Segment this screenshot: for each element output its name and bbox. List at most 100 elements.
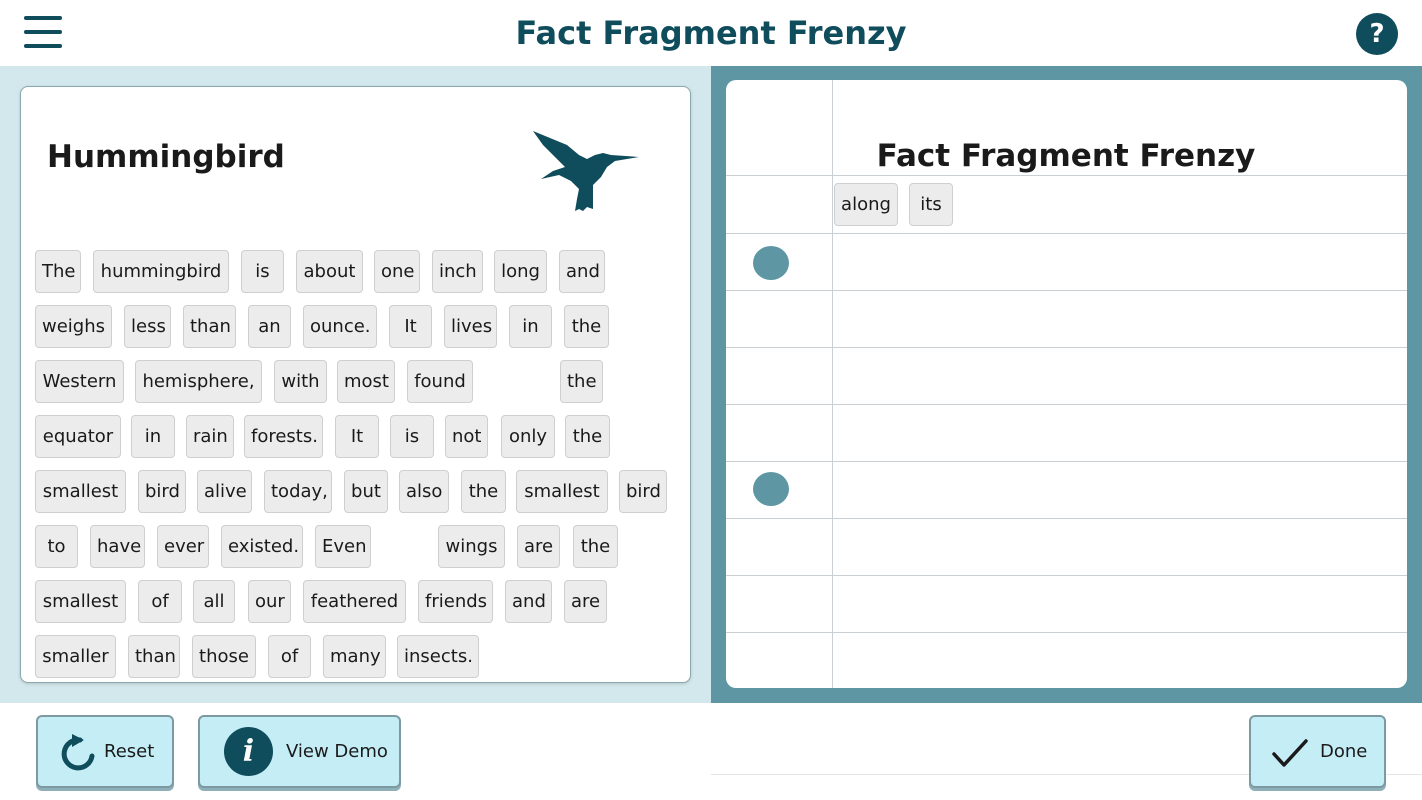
word-chip[interactable]: and (559, 250, 605, 293)
view-demo-button[interactable]: i View Demo (198, 715, 401, 788)
word-chip[interactable]: long (494, 250, 547, 293)
word-chip[interactable]: existed. (221, 525, 303, 568)
word-chip[interactable]: wings (438, 525, 505, 568)
bullet-point (753, 246, 789, 280)
word-chip[interactable]: the (573, 525, 618, 568)
word-chip[interactable]: It (389, 305, 432, 348)
bottom-toolbar: Reset i View Demo Done (0, 703, 1422, 800)
word-chip[interactable]: bird (619, 470, 667, 513)
word-chip[interactable]: alive (197, 470, 252, 513)
word-chip[interactable]: to (35, 525, 78, 568)
word-chip[interactable]: are (517, 525, 560, 568)
word-chip[interactable]: about (296, 250, 363, 293)
word-chip[interactable]: the (560, 360, 603, 403)
word-chip[interactable]: Western (35, 360, 124, 403)
word-chip[interactable]: smaller (35, 635, 116, 678)
word-bank: The hummingbird is about one inch long and weigh… (35, 250, 685, 690)
word-chip[interactable]: is (390, 415, 434, 458)
word-chip[interactable]: many (323, 635, 386, 678)
word-chip[interactable]: is (241, 250, 284, 293)
word-chip[interactable]: one (374, 250, 420, 293)
word-chip[interactable]: the (565, 415, 610, 458)
view-demo-label: View Demo (286, 741, 388, 762)
word-chip[interactable]: ounce. (303, 305, 377, 348)
word-chip[interactable]: today, (264, 470, 332, 513)
word-chip[interactable]: rain (186, 415, 234, 458)
ruled-line (726, 290, 1407, 291)
word-row: equator in rain forests. It is not only the (35, 415, 685, 470)
word-chip[interactable]: most (337, 360, 395, 403)
word-chip[interactable]: friends (418, 580, 493, 623)
word-chip[interactable]: have (90, 525, 145, 568)
word-chip[interactable]: the (461, 470, 506, 513)
word-chip[interactable]: with (274, 360, 327, 403)
word-chip[interactable]: feathered (303, 580, 406, 623)
word-row: The hummingbird is about one inch long and (35, 250, 685, 305)
word-chip[interactable]: of (268, 635, 311, 678)
word-row: weighs less than an ounce. It lives in the (35, 305, 685, 360)
word-row: smallest bird alive today, but also the smalles… (35, 470, 685, 525)
word-chip[interactable]: ever (157, 525, 209, 568)
word-chip[interactable]: weighs (35, 305, 112, 348)
word-chip[interactable]: inch (432, 250, 483, 293)
ruled-line (726, 233, 1407, 234)
ruled-line (726, 575, 1407, 576)
word-chip[interactable]: smallest (35, 580, 126, 623)
word-chip[interactable]: the (564, 305, 609, 348)
word-chip[interactable]: bird (138, 470, 186, 513)
word-chip[interactable]: The (35, 250, 81, 293)
word-chip[interactable]: in (509, 305, 552, 348)
placed-word-chip[interactable]: its (909, 183, 953, 226)
word-chip[interactable]: our (248, 580, 291, 623)
ruled-line (726, 347, 1407, 348)
word-chip[interactable]: of (138, 580, 182, 623)
word-chip[interactable]: smallest (35, 470, 126, 513)
word-row: smaller than those of many insects. (35, 635, 685, 690)
refresh-icon (61, 734, 95, 771)
word-chip[interactable]: forests. (244, 415, 323, 458)
app-title: Fact Fragment Frenzy (515, 14, 907, 52)
word-chip[interactable]: hemisphere, (135, 360, 262, 403)
word-chip[interactable]: also (399, 470, 449, 513)
ruled-line (726, 175, 1407, 176)
done-button[interactable]: Done (1249, 715, 1386, 788)
word-chip[interactable]: It (335, 415, 379, 458)
help-button[interactable]: ? (1356, 13, 1398, 55)
word-chip[interactable]: found (407, 360, 473, 403)
word-chip[interactable]: an (248, 305, 291, 348)
app-header: Fact Fragment Frenzy ? (0, 0, 1422, 66)
notebook-page: Fact Fragment Frenzy along its (726, 80, 1407, 688)
done-label: Done (1320, 741, 1368, 762)
word-chip[interactable]: lives (444, 305, 497, 348)
word-chip[interactable]: only (501, 415, 555, 458)
word-chip[interactable]: smallest (516, 470, 608, 513)
ruled-line (726, 632, 1407, 633)
word-chip[interactable]: hummingbird (93, 250, 229, 293)
word-chip[interactable]: in (131, 415, 175, 458)
word-chip[interactable]: are (564, 580, 607, 623)
word-chip[interactable]: insects. (397, 635, 479, 678)
word-chip[interactable]: but (344, 470, 388, 513)
reset-button[interactable]: Reset (36, 715, 174, 788)
answer-slot[interactable]: along its (834, 183, 1394, 227)
word-chip[interactable]: equator (35, 415, 121, 458)
word-chip[interactable]: and (505, 580, 552, 623)
word-chip[interactable]: all (193, 580, 235, 623)
card-title: Hummingbird (47, 139, 285, 175)
reset-label: Reset (104, 741, 155, 762)
word-row: to have ever existed. Even wings are the (35, 525, 685, 580)
checkmark-icon (1272, 739, 1308, 767)
bullet-point (753, 472, 789, 506)
source-panel: Hummingbird The hummingbird is about one inch… (0, 66, 711, 703)
word-chip[interactable]: not (445, 415, 488, 458)
word-row: Western hemisphere, with most found the (35, 360, 685, 415)
word-chip[interactable]: than (128, 635, 180, 678)
placed-word-chip[interactable]: along (834, 183, 898, 226)
word-chip[interactable]: less (124, 305, 171, 348)
word-chip[interactable]: than (183, 305, 236, 348)
notebook-title: Fact Fragment Frenzy (876, 138, 1256, 174)
notebook-panel: Fact Fragment Frenzy along its (711, 66, 1422, 703)
word-row: smallest of all our feathered friends and are (35, 580, 685, 635)
word-chip[interactable]: Even (315, 525, 371, 568)
word-chip[interactable]: those (192, 635, 256, 678)
